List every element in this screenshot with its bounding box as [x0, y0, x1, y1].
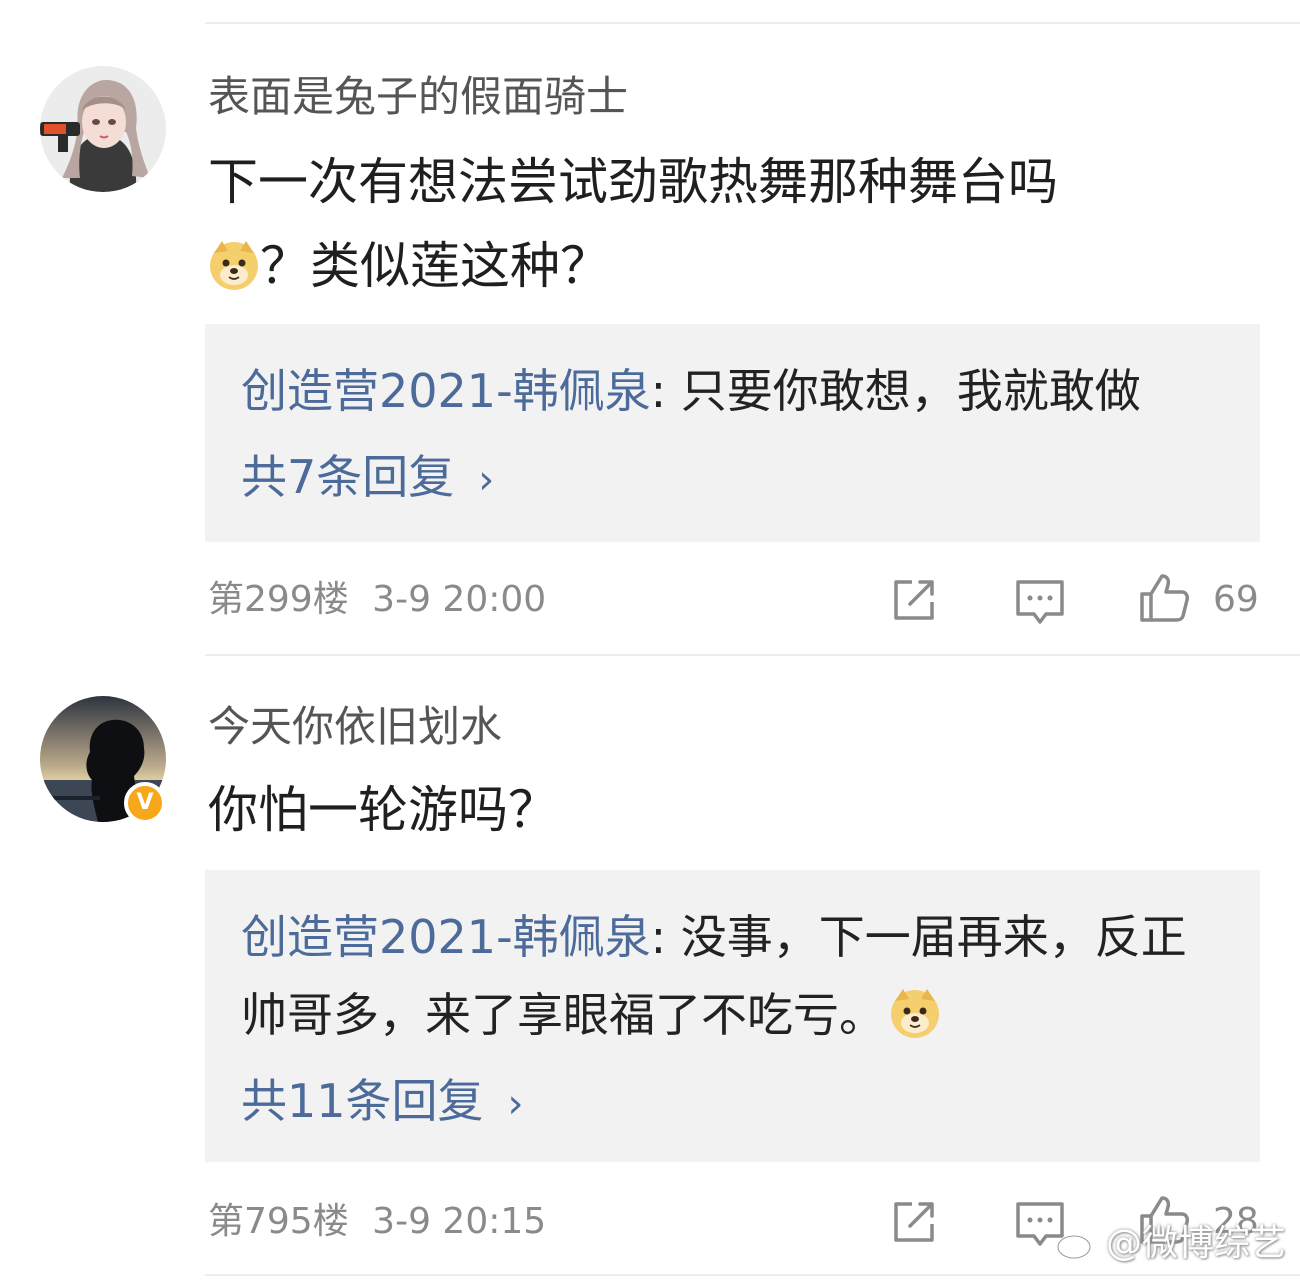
view-replies-link[interactable]: 共7条回复 › — [241, 438, 1224, 519]
verified-badge-icon: V — [124, 782, 166, 824]
doge-emoji-icon — [210, 241, 258, 290]
anime-girl-avatar-icon — [40, 66, 166, 192]
bottom-divider — [205, 1274, 1300, 1276]
repost-icon[interactable] — [888, 1196, 940, 1248]
reply-text: 只要你敢想，我就敢做 — [680, 364, 1141, 418]
comment-text-line: 你怕一轮游吗？ — [208, 781, 558, 839]
like-thumb-icon[interactable] — [1138, 572, 1190, 624]
watermark: @微博综艺 — [1056, 1214, 1286, 1266]
floor-number: 第795楼 — [208, 1201, 349, 1242]
comment-meta: 第299楼 3-9 20:00 — [208, 578, 546, 622]
reply-count-label: 共7条回复 — [241, 450, 455, 504]
reply-author-link[interactable]: 创造营2021-韩佩泉 — [241, 910, 651, 964]
doge-emoji-icon — [891, 989, 939, 1038]
reply-line: 创造营2021-韩佩泉: 没事，下一届再来，反正帅哥多，来了享眼福了不吃亏。 — [241, 898, 1224, 1054]
comment-username[interactable]: 表面是兔子的假面骑士 — [208, 72, 628, 122]
reply-preview-box[interactable]: 创造营2021-韩佩泉: 只要你敢想，我就敢做 共7条回复 › — [205, 324, 1260, 542]
view-replies-link[interactable]: 共11条回复 › — [241, 1062, 1224, 1143]
chevron-right-icon: › — [507, 1081, 524, 1127]
like-count: 69 — [1213, 579, 1259, 620]
reply-separator: : — [650, 364, 681, 418]
comment-text-line: ？类似莲这种？ — [260, 237, 610, 295]
reply-separator: : — [650, 910, 681, 964]
comment-text-line-2: ？类似莲这种？ — [208, 224, 1268, 308]
comment-icon[interactable] — [1014, 576, 1066, 628]
reply-preview-box[interactable]: 创造营2021-韩佩泉: 没事，下一届再来，反正帅哥多，来了享眼福了不吃亏。 共… — [205, 870, 1260, 1162]
comment-time: 3-9 20:00 — [372, 579, 547, 620]
comment-text: 你怕一轮游吗？ — [208, 768, 1268, 852]
comment-username[interactable]: 今天你依旧划水 — [208, 702, 502, 752]
reply-count-label: 共11条回复 — [241, 1074, 484, 1128]
top-divider — [205, 22, 1300, 24]
reply-author-link[interactable]: 创造营2021-韩佩泉 — [241, 364, 651, 418]
repost-icon[interactable] — [888, 574, 940, 626]
comment-divider — [205, 654, 1300, 656]
watermark-text: @微博综艺 — [1105, 1223, 1286, 1264]
weibo-logo-icon — [1056, 1229, 1098, 1260]
reply-line: 创造营2021-韩佩泉: 只要你敢想，我就敢做 — [241, 352, 1224, 430]
comment-meta: 第795楼 3-9 20:15 — [208, 1200, 546, 1244]
comment-text: 下一次有想法尝试劲歌热舞那种舞台吗 ？类似莲这种？ — [208, 140, 1268, 308]
floor-number: 第299楼 — [208, 579, 349, 620]
comment-text-line: 下一次有想法尝试劲歌热舞那种舞台吗 — [208, 153, 1058, 211]
comment-time: 3-9 20:15 — [372, 1201, 547, 1242]
avatar[interactable] — [40, 66, 166, 192]
chevron-right-icon: › — [478, 457, 495, 503]
